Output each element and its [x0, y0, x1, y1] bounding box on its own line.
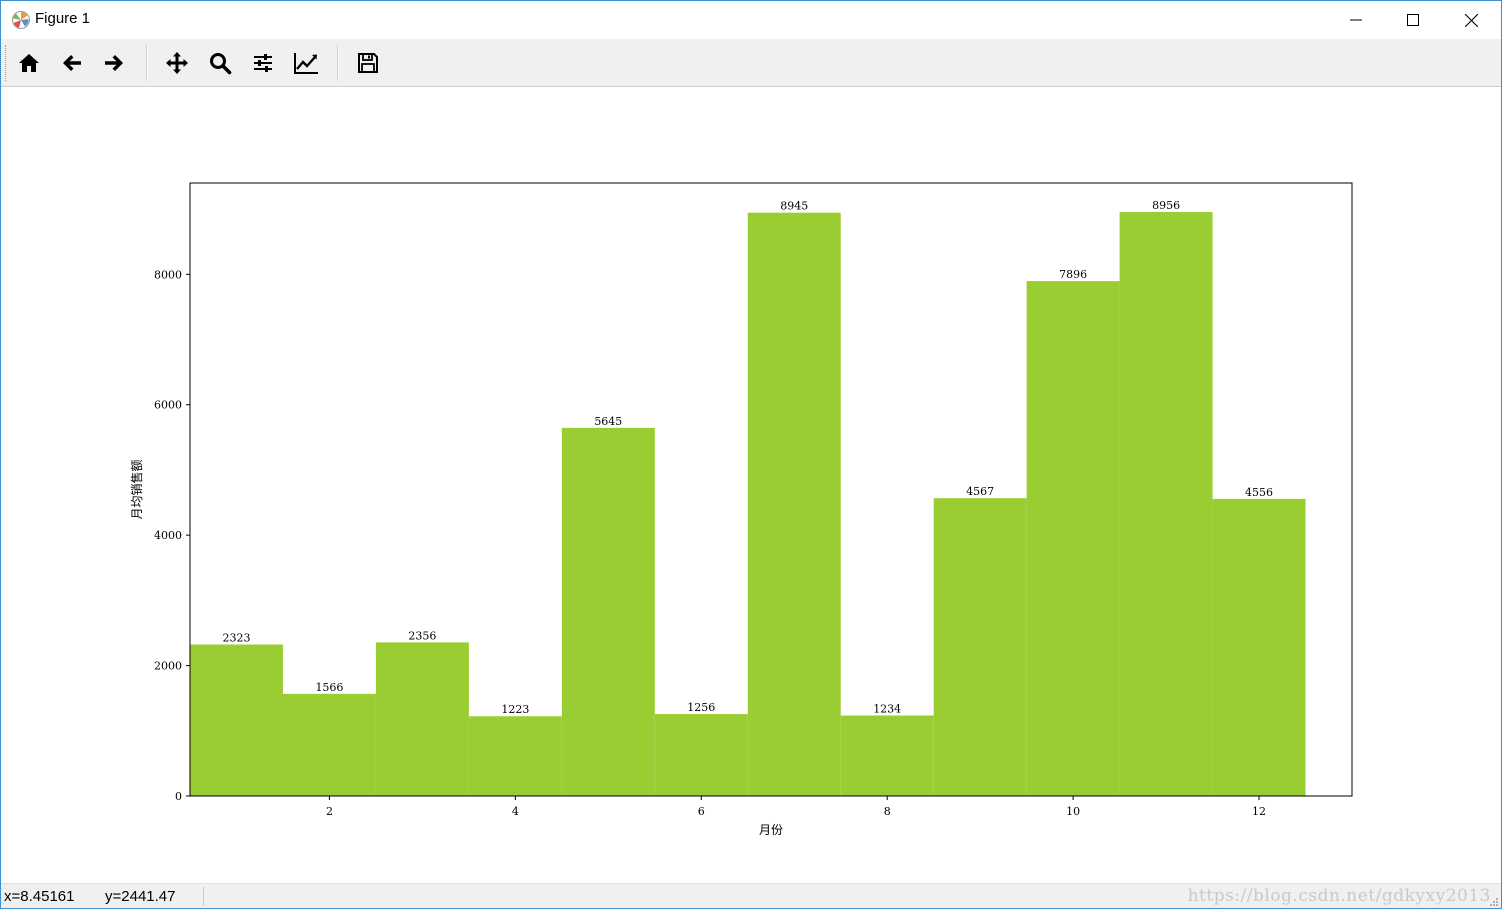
cursor-x-readout: x=8.45161: [4, 888, 75, 905]
x-tick-label: 4: [512, 805, 519, 818]
y-tick-label: 8000: [154, 268, 182, 281]
maximize-button[interactable]: [1384, 1, 1442, 39]
cursor-y-readout: y=2441.47: [105, 888, 176, 905]
save-button[interactable]: [352, 47, 384, 79]
bar-value-label: 4556: [1245, 486, 1273, 499]
sliders-icon: [254, 54, 272, 72]
close-button[interactable]: [1442, 1, 1500, 39]
bar-value-label: 4567: [966, 485, 994, 498]
watermark-text: https://blog.csdn.net/gdkyxy2013: [1187, 886, 1491, 906]
y-axis-label: 月均销售额: [129, 459, 144, 519]
x-axis-label: 月份: [759, 823, 783, 837]
bar-value-label: 1223: [501, 703, 529, 716]
status-bar: x=8.45161 y=2441.47 https://blog.csdn.ne…: [1, 883, 1501, 908]
bar-value-label: 1566: [315, 681, 343, 694]
bar: [747, 212, 841, 796]
magnifier-icon: [210, 53, 232, 75]
back-button[interactable]: [56, 47, 88, 79]
bar: [561, 427, 655, 796]
toolbar-separator: [146, 45, 148, 81]
y-tick-label: 0: [175, 790, 182, 803]
bar-value-label: 5645: [594, 415, 622, 428]
bar-value-label: 1234: [873, 703, 901, 716]
close-icon: [1464, 13, 1478, 27]
y-tick-label: 2000: [154, 660, 182, 673]
bar-value-label: 1256: [687, 701, 715, 714]
x-tick-label: 8: [884, 805, 891, 818]
floppy-disk-icon: [358, 53, 378, 73]
y-tick-label: 6000: [154, 399, 182, 412]
status-separator: [203, 887, 204, 906]
navigation-toolbar: [1, 39, 1501, 87]
customize-button[interactable]: [290, 47, 322, 79]
maximize-icon: [1407, 14, 1419, 26]
x-tick-label: 12: [1252, 805, 1266, 818]
bar: [1212, 498, 1306, 796]
bar-chart[interactable]: 2323 1566 2356 1223 5645 1256 8945 1234 4567 7896…: [1, 87, 1501, 883]
bar: [840, 715, 934, 796]
minimize-icon: [1350, 19, 1362, 21]
y-tick-label: 4000: [154, 529, 182, 542]
bar: [468, 716, 562, 796]
matplotlib-logo-icon: [12, 11, 30, 29]
bar: [190, 644, 283, 796]
bar-value-label: 8956: [1152, 199, 1180, 212]
arrow-left-icon: [63, 55, 81, 71]
bar: [1119, 211, 1213, 796]
figure-window: Figure 1 2323 1566 2356 1223 5645 1256 8…: [0, 0, 1502, 909]
resize-grip-icon[interactable]: [1489, 897, 1499, 907]
minimize-button[interactable]: [1327, 1, 1385, 39]
move-icon: [166, 52, 188, 74]
line-chart-icon: [294, 53, 318, 74]
bar-value-label: 2356: [408, 629, 436, 642]
toolbar-separator: [337, 45, 339, 81]
subplots-button[interactable]: [247, 47, 279, 79]
title-bar[interactable]: Figure 1: [1, 1, 1501, 39]
bar-value-label: 8945: [780, 200, 808, 213]
bar-value-label: 2323: [222, 632, 250, 645]
home-button[interactable]: [13, 47, 45, 79]
x-tick-label: 10: [1066, 805, 1080, 818]
home-icon: [19, 54, 39, 72]
figure-canvas[interactable]: 2323 1566 2356 1223 5645 1256 8945 1234 4567 7896…: [1, 87, 1501, 883]
x-tick-label: 2: [326, 805, 333, 818]
window-title: Figure 1: [35, 10, 91, 27]
zoom-button[interactable]: [204, 47, 236, 79]
pan-button[interactable]: [161, 47, 193, 79]
x-tick-label: 6: [698, 805, 705, 818]
bar: [654, 714, 748, 796]
forward-button[interactable]: [98, 47, 130, 79]
bar-value-label: 7896: [1059, 268, 1087, 281]
toolbar-grip[interactable]: [5, 45, 9, 81]
bar: [1026, 281, 1120, 796]
arrow-right-icon: [105, 55, 123, 71]
bar: [375, 642, 469, 796]
bar: [282, 693, 376, 796]
bar: [933, 498, 1027, 796]
